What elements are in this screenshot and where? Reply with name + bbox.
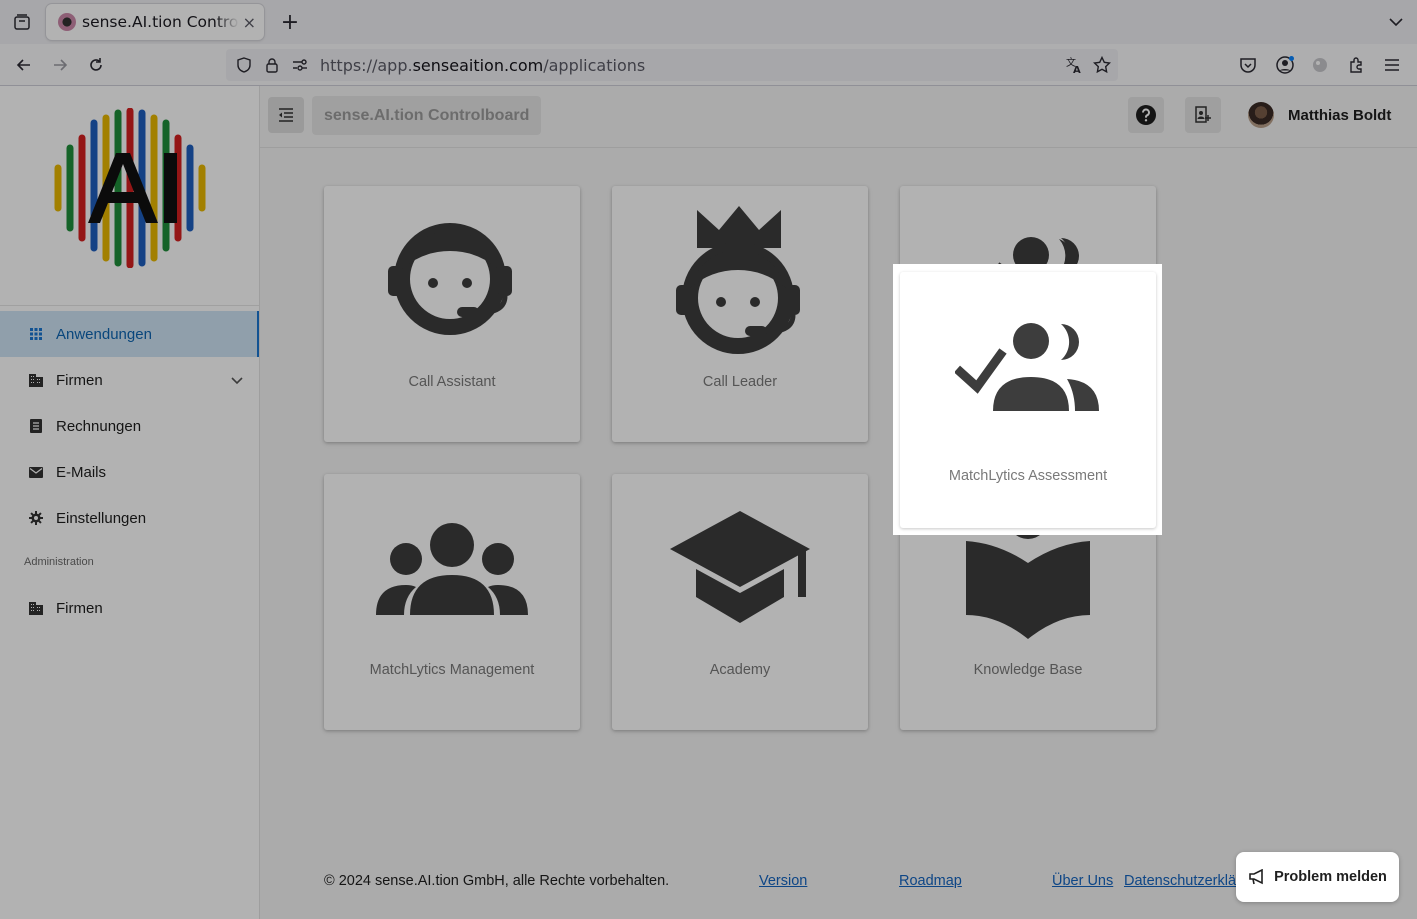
shield-icon[interactable] bbox=[230, 51, 258, 79]
user-menu[interactable]: Matthias Boldt bbox=[1248, 102, 1391, 128]
problem-report-button[interactable]: Problem melden bbox=[1236, 852, 1399, 902]
app-card-label: Call Assistant bbox=[408, 374, 496, 390]
sidebar-item-label: Rechnungen bbox=[56, 417, 142, 435]
app-card-matchlytics-management[interactable]: MatchLytics Management bbox=[324, 474, 580, 730]
group-check-icon bbox=[900, 272, 1156, 462]
tab-close-icon[interactable]: × bbox=[243, 13, 256, 32]
bookmark-star-icon[interactable] bbox=[1088, 51, 1116, 79]
sidebar-item-rechnungen[interactable]: Rechnungen bbox=[0, 403, 259, 449]
tab-title: sense.AI.tion Controlboard bbox=[82, 13, 239, 31]
tab-list-chevron-icon[interactable] bbox=[1385, 10, 1407, 34]
sense-aition-logo bbox=[50, 107, 210, 269]
graduation-cap-icon bbox=[612, 474, 868, 664]
crowned-headset-agent-icon bbox=[612, 186, 868, 376]
account-icon[interactable] bbox=[1271, 51, 1299, 79]
help-button[interactable] bbox=[1128, 97, 1164, 133]
sidebar-item-admin-firmen[interactable]: Firmen bbox=[0, 585, 259, 631]
app-menu-icon[interactable] bbox=[1378, 51, 1406, 79]
browser-navbar: https://app.senseaition.com/applications… bbox=[0, 44, 1417, 86]
app-card-academy[interactable]: Academy bbox=[612, 474, 868, 730]
app-card-label: MatchLytics Management bbox=[369, 662, 535, 678]
sidebar-item-anwendungen[interactable]: Anwendungen bbox=[0, 311, 259, 357]
sidebar-item-label: Firmen bbox=[56, 371, 103, 389]
sidebar-item-einstellungen[interactable]: Einstellungen bbox=[0, 495, 259, 541]
sidebar-item-label: E-Mails bbox=[56, 463, 107, 481]
sidebar-item-firmen[interactable]: Firmen bbox=[0, 357, 259, 403]
user-name: Matthias Boldt bbox=[1288, 106, 1392, 124]
sidebar: Anwendungen Firmen Rechnungen E-Mails Ei… bbox=[0, 86, 260, 919]
back-icon[interactable] bbox=[10, 51, 38, 79]
footer-link-ueber-uns[interactable]: Über Uns bbox=[1052, 873, 1113, 889]
new-tab-button[interactable]: + bbox=[278, 8, 302, 36]
headset-agent-icon bbox=[324, 186, 580, 376]
mail-icon bbox=[28, 464, 44, 480]
problem-report-label: Problem melden bbox=[1274, 869, 1387, 885]
app-card-label: Knowledge Base bbox=[973, 662, 1083, 678]
tab-overview-icon[interactable] bbox=[8, 8, 36, 36]
container-icon[interactable] bbox=[1306, 51, 1334, 79]
extensions-icon[interactable] bbox=[1343, 51, 1371, 79]
sidebar-item-label: Firmen bbox=[56, 599, 103, 617]
switch-user-button[interactable] bbox=[1185, 97, 1221, 133]
chevron-down-icon[interactable] bbox=[231, 372, 243, 389]
app-brand-title: sense.AI.tion Controlboard bbox=[312, 96, 542, 135]
group-icon bbox=[324, 474, 580, 664]
footer-link-clip: Datenschutzerklärung bbox=[1124, 873, 1244, 893]
footer-link-datenschutz[interactable]: Datenschutzerklärung bbox=[1124, 873, 1244, 889]
reload-icon[interactable] bbox=[82, 51, 110, 79]
sidebar-item-label: Anwendungen bbox=[56, 325, 152, 343]
pocket-icon[interactable] bbox=[1234, 51, 1262, 79]
address-bar[interactable]: https://app.senseaition.com/applications… bbox=[226, 49, 1118, 81]
browser-tabbar: sense.AI.tion Controlboard × + bbox=[0, 0, 1417, 44]
menu-toggle-button[interactable] bbox=[268, 97, 304, 133]
footer-copyright: © 2024 sense.AI.tion GmbH, alle Rechte v… bbox=[324, 873, 670, 889]
sidebar-item-label: Einstellungen bbox=[56, 509, 147, 527]
lock-icon[interactable] bbox=[258, 51, 286, 79]
avatar bbox=[1248, 102, 1274, 128]
app-topbar: sense.AI.tion Controlboard Matthias Bold… bbox=[260, 86, 1417, 148]
app-card-call-leader[interactable]: Call Leader bbox=[612, 186, 868, 442]
gear-icon bbox=[28, 510, 44, 526]
sidebar-item-e-mails[interactable]: E-Mails bbox=[0, 449, 259, 495]
building-icon bbox=[28, 600, 44, 616]
app-root: Anwendungen Firmen Rechnungen E-Mails Ei… bbox=[0, 86, 1417, 919]
app-card-label: MatchLytics Assessment bbox=[948, 468, 1108, 484]
footer-link-roadmap[interactable]: Roadmap bbox=[899, 873, 962, 889]
translate-icon[interactable]: 文A bbox=[1060, 51, 1088, 79]
building-icon bbox=[28, 372, 44, 388]
footer-link-version[interactable]: Version bbox=[759, 873, 807, 889]
app-card-label: Call Leader bbox=[702, 374, 778, 390]
receipt-icon bbox=[28, 418, 44, 434]
app-card-label: Academy bbox=[709, 662, 771, 678]
megaphone-icon bbox=[1248, 868, 1266, 886]
forward-icon[interactable] bbox=[46, 51, 74, 79]
section-label-administration: Administration bbox=[24, 556, 94, 568]
highlighted-app-card-matchlytics-assessment[interactable]: MatchLytics Assessment bbox=[900, 272, 1156, 528]
sidebar-divider bbox=[0, 305, 259, 306]
permissions-icon[interactable] bbox=[286, 51, 314, 79]
browser-tab[interactable]: sense.AI.tion Controlboard × bbox=[46, 4, 264, 40]
apps-grid-icon bbox=[28, 326, 44, 342]
svg-text:A: A bbox=[1073, 65, 1081, 74]
favicon-icon bbox=[58, 13, 76, 31]
app-card-call-assistant[interactable]: Call Assistant bbox=[324, 186, 580, 442]
url-text[interactable]: https://app.senseaition.com/applications bbox=[320, 56, 645, 75]
